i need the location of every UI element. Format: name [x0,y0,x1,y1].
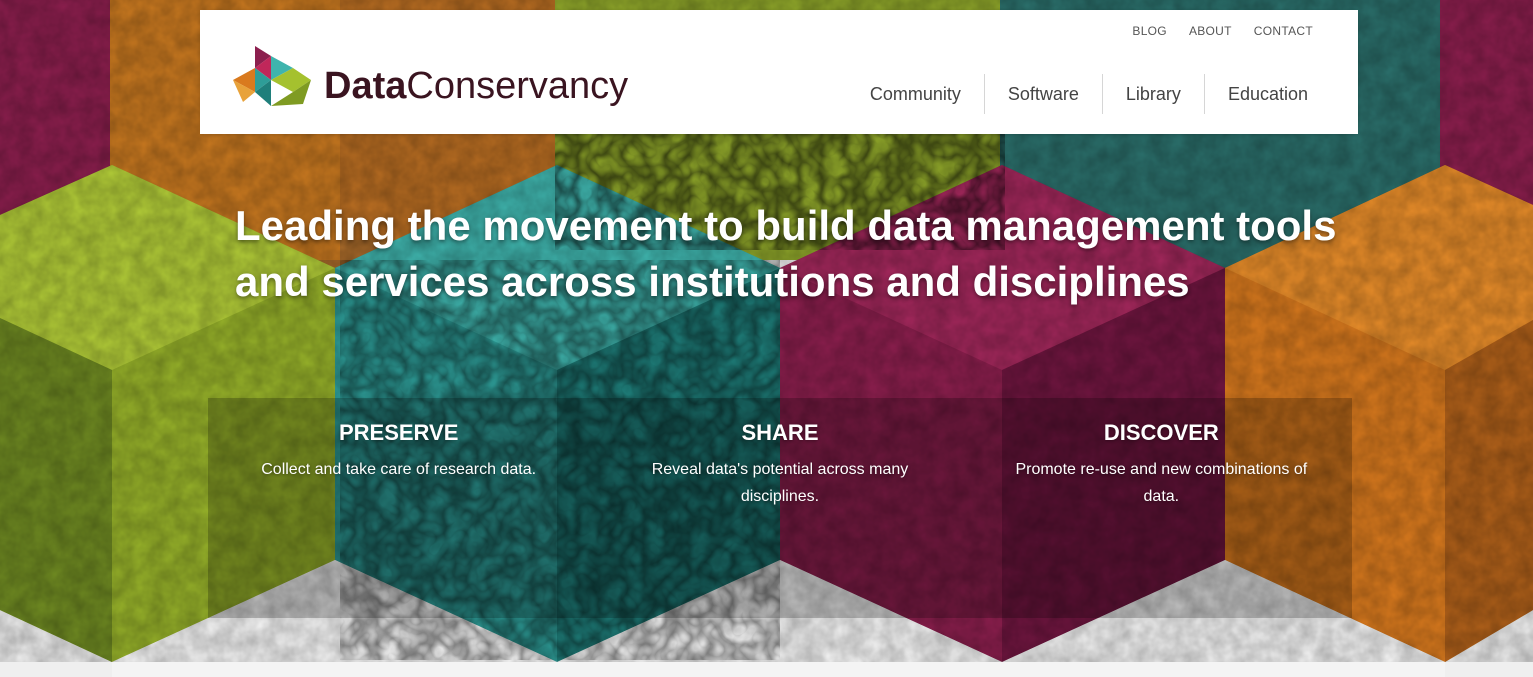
page: DataConservancy BLOG ABOUT CONTACT Commu… [0,0,1533,677]
pillar-title: DISCOVER [1103,420,1219,445]
nav-community-link[interactable]: Community [847,74,984,114]
brand-name[interactable]: DataConservancy [324,67,628,105]
site-header: DataConservancy BLOG ABOUT CONTACT Commu… [200,10,1358,134]
pillar-description: Promote re-use and new combinations of d… [1015,461,1308,505]
nav-blog-link[interactable]: BLOG [1132,24,1167,38]
main-nav: Community Software Library Education [847,74,1308,114]
hero-headline: Leading the movement to build data manag… [235,202,1337,305]
brand-name-light: Conservancy [406,65,629,107]
utility-nav: BLOG ABOUT CONTACT [1132,24,1313,38]
data-conservancy-logo[interactable] [233,46,311,110]
pillar-share[interactable]: SHARE Reveal data's potential across man… [589,398,970,618]
nav-software-link[interactable]: Software [983,74,1102,114]
pillar-title: SHARE [741,420,819,445]
brand-name-bold: Data [324,65,407,107]
nav-education-link[interactable]: Education [1203,74,1308,114]
nav-contact-link[interactable]: CONTACT [1254,24,1313,38]
pillar-discover[interactable]: DISCOVER Promote re-use and new combinat… [971,398,1352,618]
pillar-description: Collect and take care of research data. [261,461,537,478]
pillar-description: Reveal data's potential across many disc… [651,461,909,505]
nav-about-link[interactable]: ABOUT [1189,24,1232,38]
pillar-preserve[interactable]: PRESERVE Collect and take care of resear… [208,398,589,618]
nav-library-link[interactable]: Library [1101,74,1204,114]
pillars-section: PRESERVE Collect and take care of resear… [208,398,1352,618]
pillar-title: PRESERVE [338,420,459,445]
